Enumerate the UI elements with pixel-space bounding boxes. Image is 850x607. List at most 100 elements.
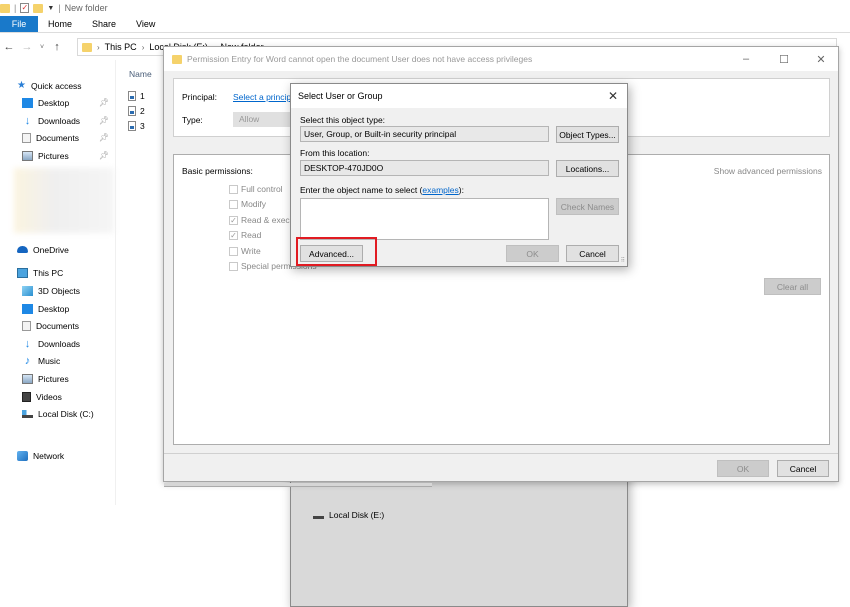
- sidebar-item-label: Desktop: [38, 97, 70, 108]
- file-item[interactable]: 3: [128, 119, 168, 133]
- sidebar-item-label: Documents: [36, 132, 79, 143]
- select-principal-link[interactable]: Select a principal: [233, 92, 291, 102]
- checkbox-label: Write: [241, 246, 261, 256]
- sidebar-item-desktop[interactable]: Desktop 📌︎: [0, 94, 113, 111]
- recent-locations-chevron-icon[interactable]: ˅: [36, 44, 48, 51]
- sidebar-item-network[interactable]: Network: [0, 447, 113, 464]
- file-item[interactable]: 2: [128, 104, 168, 118]
- checkbox[interactable]: [229, 246, 238, 256]
- checkmark-icon[interactable]: ✓: [229, 215, 238, 225]
- image-file-icon: [128, 121, 136, 131]
- close-icon[interactable]: ✕: [605, 87, 621, 105]
- maximize-icon[interactable]: ☐: [770, 47, 798, 71]
- pin-icon[interactable]: 📌︎: [99, 116, 109, 125]
- sidebar-item-label: Music: [38, 355, 61, 366]
- location-label: From this location:: [300, 148, 370, 158]
- sidebar-item-local-disk-c[interactable]: Local Disk (C:): [0, 405, 113, 422]
- file-item[interactable]: 1: [128, 89, 168, 103]
- checkbox[interactable]: [229, 261, 238, 271]
- cloud-icon: [17, 246, 28, 253]
- desktop-icon: [22, 303, 33, 314]
- pin-icon[interactable]: 📌︎: [99, 98, 109, 107]
- tab-home[interactable]: Home: [38, 16, 82, 32]
- divider: [164, 453, 838, 454]
- dialog-title-bar[interactable]: Select User or Group: [291, 84, 627, 108]
- clear-all-button[interactable]: Clear all: [764, 278, 821, 295]
- sidebar-item-label: Desktop: [38, 303, 70, 314]
- ribbon-tabs: File Home Share View: [0, 16, 850, 33]
- minimize-icon[interactable]: –: [732, 47, 760, 71]
- type-label: Type:: [182, 115, 203, 125]
- checkbox[interactable]: [229, 199, 238, 209]
- sidebar-item-label: Downloads: [38, 115, 81, 126]
- sidebar-item-3d-objects[interactable]: 3D Objects: [0, 282, 113, 299]
- folder-icon: [172, 54, 182, 64]
- cancel-button[interactable]: Cancel: [777, 460, 829, 477]
- checkbox-read[interactable]: ✓ Read: [229, 229, 261, 241]
- new-folder-icon[interactable]: [33, 3, 44, 13]
- advanced-button-highlight: [296, 237, 377, 266]
- download-icon: ↓: [24, 114, 31, 127]
- label-text: Enter the object name to select (: [300, 185, 423, 195]
- ok-button[interactable]: OK: [717, 460, 769, 477]
- sidebar-item-documents[interactable]: Documents 📌︎: [0, 129, 113, 146]
- locations-button[interactable]: Locations...: [556, 160, 619, 177]
- show-advanced-permissions-link[interactable]: Show advanced permissions: [714, 166, 822, 176]
- folder-icon: [0, 3, 10, 13]
- basic-permissions-label: Basic permissions:: [182, 166, 253, 176]
- sidebar-item-pictures[interactable]: Pictures: [0, 370, 113, 387]
- sidebar-item-label: Network: [33, 450, 65, 461]
- customize-toolbar-icon[interactable]: ▼: [47, 5, 54, 12]
- back-arrow-icon[interactable]: ←: [0, 41, 18, 53]
- window-title: New folder: [64, 3, 108, 13]
- select-user-or-group-dialog: Select User or Group ✕ Select this objec…: [290, 83, 628, 267]
- principal-label: Principal:: [182, 92, 217, 102]
- image-file-icon: [128, 106, 136, 116]
- breadcrumb-this-pc[interactable]: This PC: [105, 42, 137, 52]
- tab-file[interactable]: File: [0, 16, 38, 32]
- column-header-name[interactable]: Name: [129, 69, 152, 79]
- check-names-button[interactable]: Check Names: [556, 198, 619, 215]
- sidebar-item-videos[interactable]: Videos: [0, 388, 113, 405]
- documents-icon: [22, 132, 31, 143]
- sidebar-item-documents[interactable]: Documents: [0, 317, 113, 334]
- file-name: 2: [140, 106, 145, 116]
- sidebar-item-desktop[interactable]: Desktop: [0, 300, 113, 317]
- sidebar-item-downloads[interactable]: ↓ Downloads: [0, 335, 113, 352]
- tab-share[interactable]: Share: [82, 16, 126, 32]
- object-types-button[interactable]: Object Types...: [556, 126, 619, 143]
- sidebar-item-quick-access[interactable]: ★ Quick access: [0, 77, 113, 94]
- properties-icon[interactable]: ✓: [20, 3, 30, 13]
- label-text: ):: [458, 185, 464, 195]
- pin-icon[interactable]: 📌︎: [99, 133, 109, 142]
- sidebar-item-label: Videos: [36, 391, 62, 402]
- sidebar-item-label: This PC: [33, 267, 64, 278]
- location-field: DESKTOP-470JD0O: [300, 160, 549, 176]
- checkbox-full-control[interactable]: Full control: [229, 183, 283, 195]
- dialog-title: Permission Entry for Word cannot open th…: [187, 54, 533, 64]
- pin-icon[interactable]: 📌︎: [99, 151, 109, 160]
- checkbox-modify[interactable]: Modify: [229, 198, 266, 210]
- navigation-pane: ★ Quick access Desktop 📌︎ ↓ Downloads 📌︎…: [0, 60, 628, 607]
- checkbox[interactable]: [229, 184, 238, 194]
- tab-view[interactable]: View: [126, 16, 165, 32]
- sidebar-item-music[interactable]: ♪ Music: [0, 352, 113, 369]
- sidebar-item-onedrive[interactable]: OneDrive: [0, 241, 113, 258]
- image-file-icon: [128, 91, 136, 101]
- resize-grip-icon[interactable]: ⠿: [621, 257, 625, 264]
- checkmark-icon[interactable]: ✓: [229, 230, 238, 240]
- sidebar-item-this-pc[interactable]: This PC: [0, 264, 113, 281]
- sidebar-item-label: Pictures: [38, 373, 69, 384]
- ok-button[interactable]: OK: [506, 245, 559, 262]
- object-name-input[interactable]: [300, 198, 549, 240]
- file-name: 1: [140, 91, 145, 101]
- up-arrow-icon[interactable]: ↑: [48, 41, 66, 53]
- examples-link[interactable]: examples: [422, 185, 458, 195]
- cancel-button[interactable]: Cancel: [566, 245, 619, 262]
- checkbox-write[interactable]: Write: [229, 245, 261, 257]
- sidebar-item-pictures[interactable]: Pictures 📌︎: [0, 147, 113, 164]
- sidebar-item-downloads[interactable]: ↓ Downloads 📌︎: [0, 112, 113, 129]
- close-icon[interactable]: ✕: [807, 47, 835, 71]
- checkbox-label: Read: [241, 230, 262, 240]
- forward-arrow-icon[interactable]: →: [18, 41, 36, 53]
